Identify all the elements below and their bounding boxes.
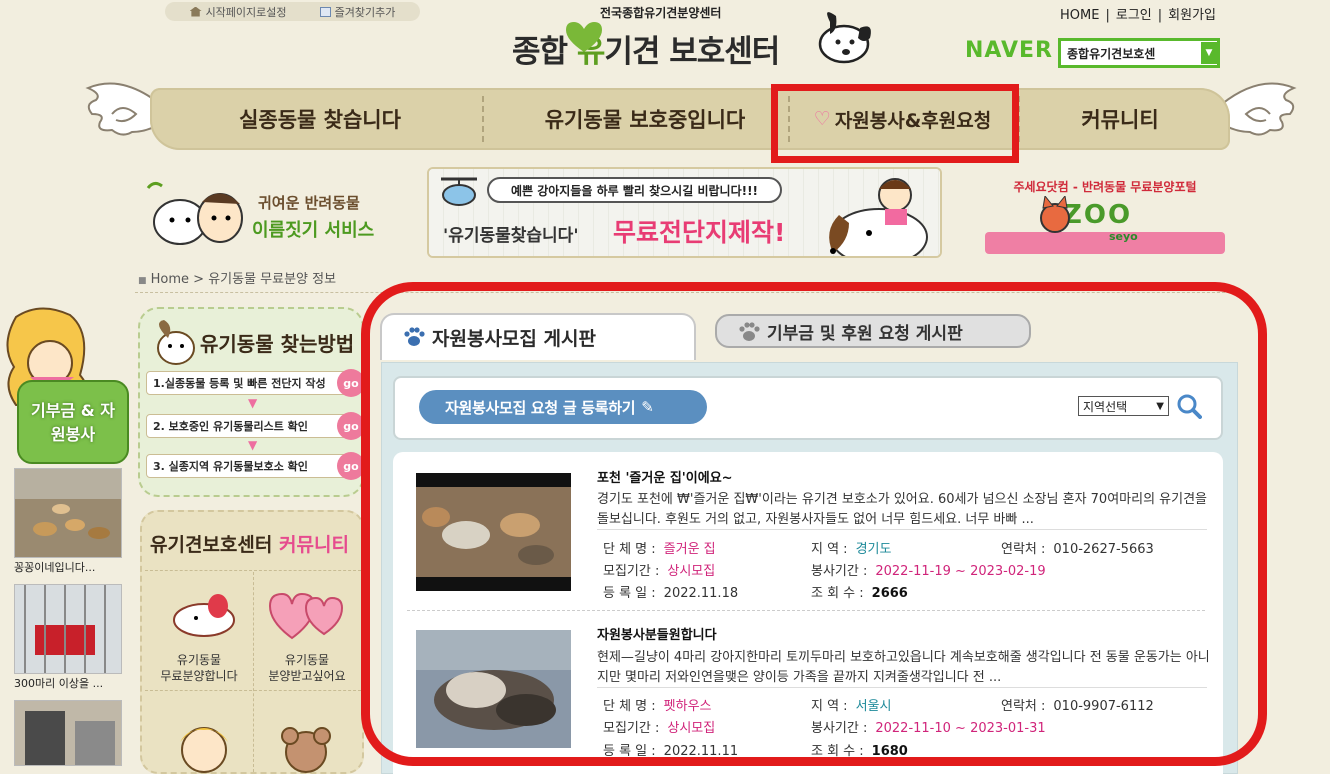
girl-dog-illustration-icon	[829, 178, 928, 256]
guide-step-1[interactable]: 1.실종동물 등록 및 빠른 전단지 작성	[146, 371, 356, 395]
thumbnail-image[interactable]	[14, 468, 122, 558]
community-title: 유기견보호센터 커뮤니티	[150, 534, 349, 556]
nav-community[interactable]: 커뮤니티	[1030, 88, 1210, 150]
nav-protected-animals[interactable]: 유기동물 보호중입니다	[490, 88, 800, 150]
naming-service-banner[interactable]: 귀여운 반려동물 이름짓기 서비스	[140, 172, 390, 252]
logo-subtitle: 전국종합유기견분양센터	[600, 6, 722, 20]
signup-link[interactable]: 회원가입	[1168, 8, 1216, 23]
donation-volunteer-badge[interactable]: 기부금 & 자원봉사	[0, 305, 130, 464]
add-bookmark-link[interactable]: 즐겨찾기추가	[319, 4, 395, 20]
naver-logo: NAVER	[965, 38, 1053, 63]
home-link[interactable]: HOME	[1060, 8, 1099, 23]
pet-illustration-icon	[146, 181, 243, 245]
bear-icon	[281, 727, 331, 773]
site-logo[interactable]: 종합 유기견 보호센터	[512, 26, 780, 71]
dropdown-arrow-icon: ▼	[1201, 42, 1217, 64]
thumbnail-caption[interactable]: 꽁꽁이네입니다...	[14, 558, 124, 584]
account-links: HOME | 로그인 | 회원가입	[1060, 8, 1216, 23]
green-heart-icon	[566, 22, 602, 52]
guide-title: 유기동물 찾는방법	[200, 332, 355, 356]
highlight-box-nav	[771, 84, 1019, 163]
helicopter-icon	[441, 177, 477, 206]
breadcrumb: ■ Home > 유기동물 무료분양 정보	[138, 272, 337, 287]
arrow-down-icon: ▼	[248, 396, 258, 410]
highlight-box-board	[361, 282, 1267, 766]
top-utility-bar: 시작페이지로설정 즐겨찾기추가	[165, 2, 420, 21]
zooseyo-banner[interactable]: 주세요닷컴 - 반려동물 무료분양포털 ZOO seyo	[985, 172, 1225, 254]
login-link[interactable]: 로그인	[1116, 8, 1152, 23]
guide-step-3[interactable]: 3. 실종지역 유기동물보호소 확인	[146, 454, 356, 478]
set-start-page-link[interactable]: 시작페이지로설정	[189, 4, 287, 20]
girl-icon	[180, 727, 228, 773]
thumbnail-caption[interactable]: 300마리 이상을 ...	[14, 674, 124, 700]
naver-search-select[interactable]: 종합유기견보호센 ▼	[1058, 38, 1220, 68]
community-free-adoption-link[interactable]: 유기동물 무료분양합니다	[145, 652, 253, 684]
flyer-banner[interactable]: 예쁜 강아지들을 하루 빨리 찾으시길 비랍니다!!! '유기동물찾습니다' 무…	[427, 167, 942, 258]
dog-mascot-icon	[818, 12, 871, 64]
right-wing-icon	[1221, 82, 1297, 136]
bookmark-icon	[319, 6, 331, 17]
dog-icon	[157, 320, 195, 365]
community-want-adoption-link[interactable]: 유기동물 분양받고싶어요	[253, 652, 361, 684]
two-hearts-icon	[268, 592, 344, 640]
thumbnail-image[interactable]	[14, 700, 122, 766]
guide-step-2[interactable]: 2. 보호중인 유기동물리스트 확인	[146, 414, 356, 438]
cat-mascot-icon	[1040, 196, 1070, 233]
recent-thumbnails: 꽁꽁이네입니다... 300마리 이상을 ...	[14, 468, 124, 766]
arrow-down-icon: ▼	[248, 438, 258, 452]
nav-divider	[482, 96, 484, 142]
nav-lost-animals[interactable]: 실종동물 찾습니다	[170, 88, 470, 150]
thumbnail-image[interactable]	[14, 584, 122, 674]
puppy-icon	[173, 594, 235, 637]
home-icon	[189, 6, 202, 17]
